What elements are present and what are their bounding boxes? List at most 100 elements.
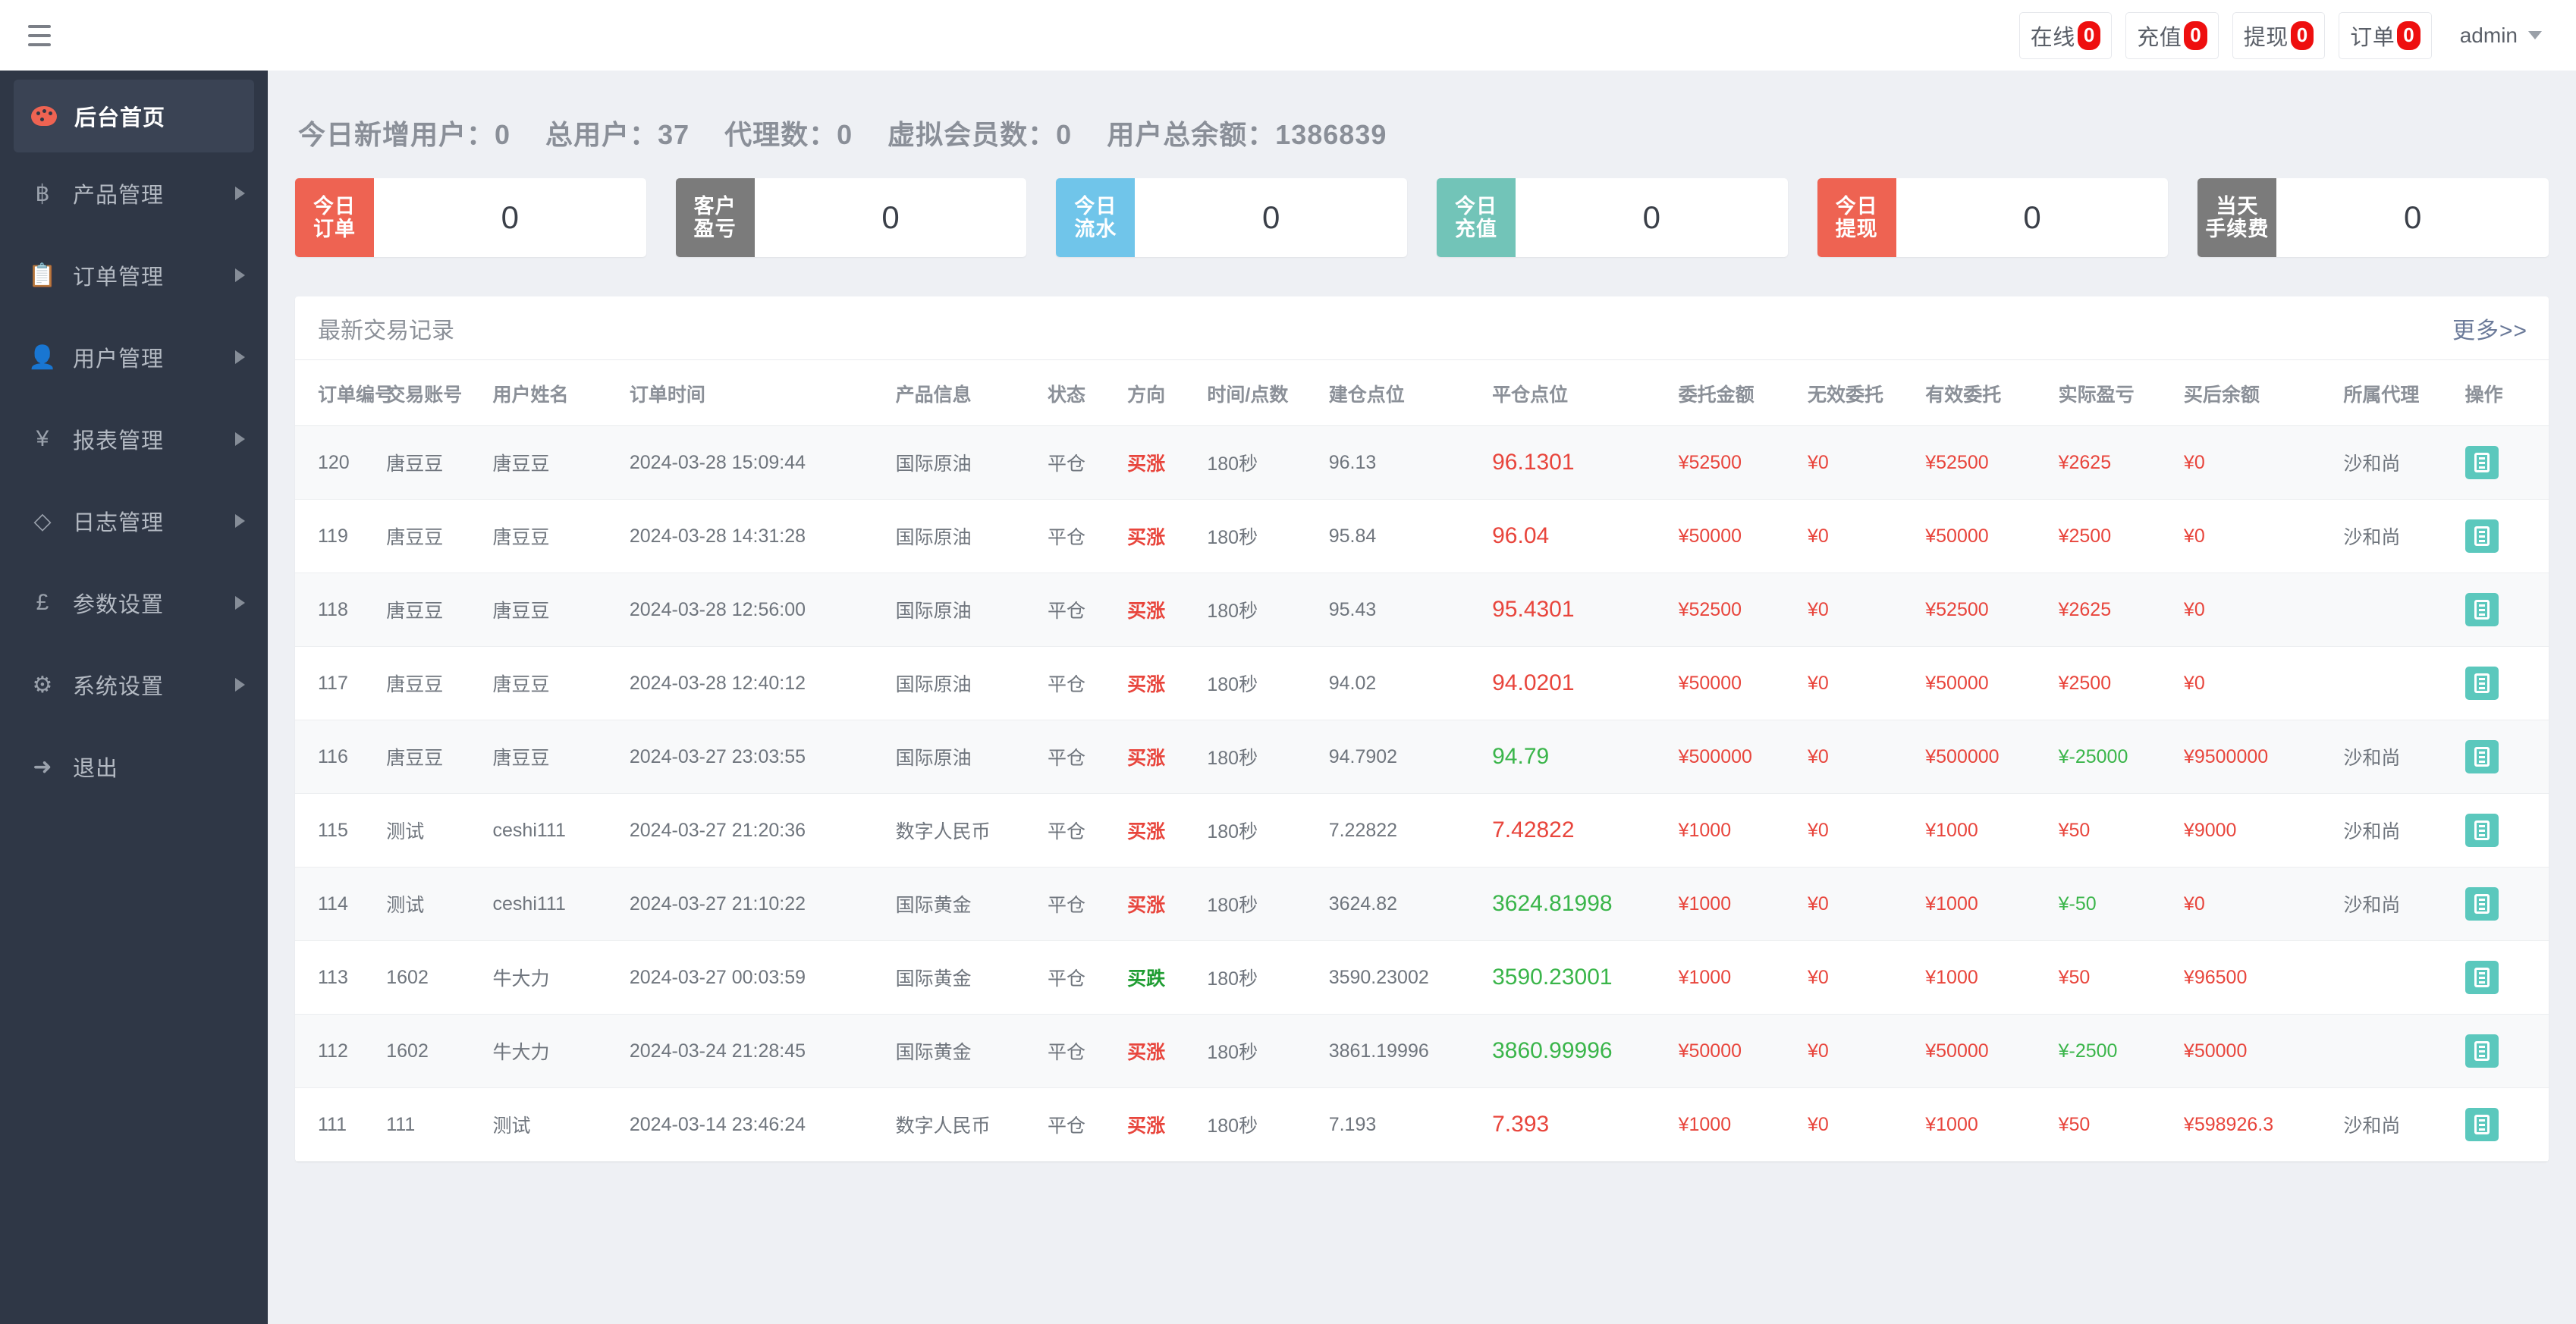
list-detail-icon[interactable]	[2464, 667, 2499, 700]
list-detail-icon[interactable]	[2464, 814, 2499, 847]
topbar-button-label: 在线	[2030, 25, 2075, 50]
table-column-header: 用户姓名	[492, 360, 630, 426]
cell-direction: 买涨	[1127, 425, 1208, 500]
cell-invalid-amount: ¥0	[1807, 646, 1926, 720]
cell-duration: 180秒	[1207, 793, 1329, 868]
cell-open-price: 94.02	[1328, 646, 1493, 720]
cell-close-price: 96.1301	[1492, 425, 1679, 500]
stat-card-value: 0	[1262, 199, 1280, 235]
status-badge: 0	[2077, 20, 2101, 50]
cell-product: 国际黄金	[895, 867, 1048, 941]
cell-order-amount: ¥52500	[1678, 425, 1808, 500]
stat-card[interactable]: 今日 充值 0	[1437, 178, 1788, 257]
cell-actual-pnl: ¥50	[2058, 940, 2184, 1015]
hamburger-icon[interactable]	[18, 14, 61, 57]
sidebar-item-logout[interactable]: ➜ 退出	[0, 726, 268, 808]
chevron-right-icon	[235, 678, 245, 692]
sidebar-item-label: 用户管理	[73, 347, 165, 372]
stat-card[interactable]: 客户 盈亏 0	[675, 178, 1027, 257]
user-name: admin	[2459, 23, 2518, 47]
stat-card[interactable]: 今日 提现 0	[1817, 178, 2169, 257]
stat-card-value: 0	[1642, 199, 1661, 235]
cell-agent	[2343, 573, 2465, 647]
cell-close-price: 3590.23001	[1492, 940, 1679, 1015]
list-detail-icon[interactable]	[2464, 887, 2499, 921]
sidebar-item-label: 报表管理	[73, 429, 165, 453]
cell-user-name: 唐豆豆	[492, 646, 630, 720]
table-column-header: 所属代理	[2343, 360, 2465, 426]
sidebar-item-order[interactable]: 📋 订单管理	[0, 234, 268, 316]
topbar-button-recharge[interactable]: 充值 0	[2125, 11, 2219, 59]
stat-card[interactable]: 今日 流水 0	[1056, 178, 1408, 257]
user-icon: 👤	[28, 344, 57, 370]
sidebar-item-label: 产品管理	[73, 184, 165, 208]
cell-invalid-amount: ¥0	[1807, 940, 1926, 1015]
stat-card[interactable]: 今日 订单 0	[295, 178, 646, 257]
cell-close-price: 3624.81998	[1492, 867, 1679, 941]
topbar-button-withdraw[interactable]: 提现 0	[2232, 11, 2326, 59]
cell-close-price: 7.42822	[1492, 793, 1679, 868]
stat-card-tag-line1: 今日	[1074, 194, 1117, 218]
list-detail-icon[interactable]	[2464, 1108, 2499, 1141]
cell-order-id: 114	[295, 867, 387, 941]
cell-state: 平仓	[1047, 940, 1128, 1015]
stat-card-tag: 今日 提现	[1817, 178, 1896, 257]
list-detail-icon[interactable]	[2464, 593, 2499, 626]
chevron-down-icon	[2528, 31, 2542, 39]
cell-order-id: 111	[295, 1087, 387, 1162]
stat-card-value: 0	[501, 199, 520, 235]
table-column-header: 订单编号	[295, 360, 394, 426]
list-detail-icon[interactable]	[2464, 446, 2499, 479]
user-menu[interactable]: admin	[2445, 11, 2556, 59]
table-row: 111 111 测试 2024-03-14 23:46:24 数字人民币 平仓 买涨 180秒…	[295, 1087, 2549, 1162]
cell-account: 111	[386, 1087, 493, 1162]
stat-card-tag-line1: 今日	[1835, 194, 1878, 218]
sidebar-item-params[interactable]: £ 参数设置	[0, 562, 268, 644]
chevron-right-icon	[235, 187, 245, 200]
sidebar-item-dashboard[interactable]: 后台首页	[14, 80, 254, 152]
cell-agent: 沙和尚	[2343, 720, 2465, 794]
cell-open-price: 95.43	[1328, 573, 1493, 647]
cell-direction: 买涨	[1127, 793, 1208, 868]
list-detail-icon[interactable]	[2464, 519, 2499, 553]
cell-order-id: 115	[295, 793, 387, 868]
bitcoin-icon: ฿	[35, 180, 50, 206]
sidebar-item-user[interactable]: 👤 用户管理	[0, 316, 268, 398]
cell-agent: 沙和尚	[2343, 793, 2465, 868]
list-detail-icon[interactable]	[2464, 1034, 2499, 1068]
cell-user-name: ceshi111	[492, 793, 630, 868]
transactions-table: 订单编号 交易账号 用户姓名 订单时间 产品信息 状态 方向 时间/点数 建仓点位 平仓点位 委托金…	[295, 360, 2549, 1162]
cell-order-time: 2024-03-27 21:20:36	[629, 793, 896, 868]
list-detail-icon[interactable]	[2464, 961, 2499, 994]
sidebar-item-report[interactable]: ¥ 报表管理	[0, 398, 268, 480]
topbar-button-online[interactable]: 在线 0	[2018, 11, 2113, 59]
cell-direction: 买涨	[1127, 573, 1208, 647]
cell-operation	[2464, 1014, 2549, 1088]
stat-card-tag-line2: 盈亏	[693, 218, 737, 240]
summary-total-users: 总用户：37	[545, 119, 690, 150]
sidebar-item-product[interactable]: ฿ 产品管理	[0, 152, 268, 234]
list-detail-icon[interactable]	[2464, 740, 2499, 773]
cell-actual-pnl: ¥2500	[2058, 646, 2184, 720]
sidebar-item-log[interactable]: ◇ 日志管理	[0, 480, 268, 562]
summary-virtual-members: 虚拟会员数：0	[887, 119, 1073, 150]
stat-cards: 今日 订单 0 客户 盈亏 0 今日 流水 0 今日 充值 0 今日 提现 0 当天 手续费 0	[268, 152, 2576, 257]
hamburger-bar	[28, 42, 51, 46]
cell-account: 测试	[386, 793, 493, 868]
stat-card[interactable]: 当天 手续费 0	[2197, 178, 2549, 257]
topbar-button-orders[interactable]: 订单 0	[2339, 11, 2432, 59]
cell-agent	[2343, 940, 2465, 1015]
stat-card-value: 0	[881, 199, 900, 235]
cell-balance-after: ¥9500000	[2183, 720, 2344, 794]
cell-operation	[2464, 940, 2549, 1015]
table-row: 114 测试 ceshi111 2024-03-27 21:10:22 国际黄金 平仓 买涨…	[295, 867, 2549, 941]
more-link[interactable]: 更多>>	[2452, 312, 2527, 345]
sidebar-item-system[interactable]: ⚙ 系统设置	[0, 644, 268, 726]
cell-direction: 买涨	[1127, 646, 1208, 720]
cell-duration: 180秒	[1207, 1087, 1329, 1162]
cell-open-price: 7.193	[1328, 1087, 1493, 1162]
stat-card-tag-line1: 当天	[2216, 194, 2259, 218]
table-column-header: 实际盈亏	[2058, 360, 2184, 426]
cell-order-time: 2024-03-28 12:40:12	[629, 646, 896, 720]
table-column-header: 有效委托	[1925, 360, 2059, 426]
